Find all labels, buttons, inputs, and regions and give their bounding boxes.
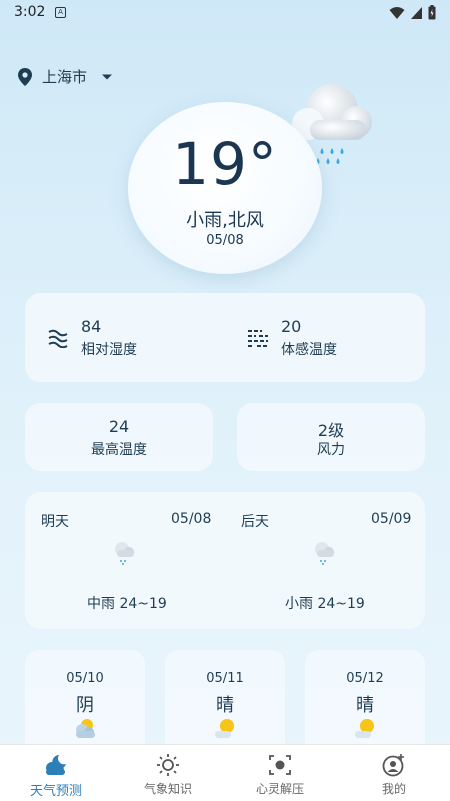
- two-day-forecast-card: 明天 05/08 中雨 24~19 后天 05/09 小雨 24~19: [25, 492, 425, 629]
- feels-value: 20: [281, 317, 302, 336]
- feels-stat: 20 体感温度: [247, 317, 337, 359]
- humidity-icon: [48, 329, 68, 348]
- day-date: 05/11: [206, 671, 244, 686]
- tomorrow-condition: 中雨 24~19: [87, 596, 167, 612]
- after-condition: 小雨 24~19: [285, 596, 365, 612]
- weather-knowledge-icon: [157, 754, 179, 776]
- relax-icon: [269, 755, 291, 775]
- sunny-icon: [355, 719, 374, 738]
- notification-icon: A: [55, 7, 66, 18]
- location-selector[interactable]: 上海市: [18, 66, 113, 87]
- nav-relax[interactable]: 心灵解压: [224, 745, 336, 801]
- signal-icon: [411, 6, 422, 19]
- after-date: 05/09: [371, 511, 412, 527]
- wind-card: 2级 风力: [237, 403, 425, 471]
- feels-like-icon: [248, 330, 268, 347]
- tomorrow-date: 05/08: [171, 511, 212, 527]
- feels-label: 体感温度: [281, 342, 337, 358]
- humidity-feels-card: 84 相对湿度 20 体感温度: [25, 293, 425, 382]
- status-bar: 3:02 A: [0, 0, 450, 26]
- day-date: 05/10: [66, 671, 104, 686]
- battery-icon: [428, 5, 436, 20]
- current-temperature: 19°: [172, 130, 278, 198]
- nav-label: 气象知识: [143, 782, 192, 796]
- high-temp-card: 24 最高温度: [25, 403, 213, 471]
- wifi-icon: [389, 6, 405, 19]
- nav-label: 心灵解压: [255, 782, 304, 796]
- humidity-value: 84: [81, 317, 102, 336]
- after-title: 后天: [241, 514, 269, 530]
- nav-profile[interactable]: 我的: [338, 745, 450, 801]
- wind-value: 2级: [317, 421, 345, 440]
- humidity-label: 相对湿度: [81, 342, 137, 358]
- overcast-icon: [76, 719, 95, 738]
- day-date: 05/12: [346, 671, 384, 686]
- day-condition: 阴: [76, 695, 94, 716]
- chevron-down-icon: [102, 74, 113, 79]
- current-weather-panel: 19° 小雨,北风 05/08: [128, 102, 322, 274]
- current-date: 05/08: [206, 233, 244, 248]
- profile-icon: [382, 754, 404, 777]
- humidity-stat: 84 相对湿度: [47, 317, 137, 359]
- status-time: 3:02: [14, 4, 46, 20]
- city-name: 上海市: [42, 68, 88, 86]
- current-condition: 小雨,北风: [186, 210, 264, 231]
- sunny-icon: [215, 719, 234, 738]
- nav-weather-knowledge[interactable]: 气象知识: [112, 745, 224, 801]
- location-pin-icon: [18, 67, 32, 86]
- bottom-navigation: 天气预测 气象知识 心灵解压 我的: [0, 744, 450, 801]
- status-icons: [389, 5, 436, 20]
- weather-forecast-icon: [46, 755, 66, 775]
- high-temp-value: 24: [108, 417, 130, 436]
- after-cloud-rain-icon: [315, 542, 334, 565]
- nav-label: 我的: [381, 782, 406, 796]
- nav-label: 天气预测: [29, 784, 82, 799]
- tomorrow-cloud-rain-icon: [115, 542, 134, 565]
- tomorrow-title: 明天: [41, 514, 69, 530]
- day-condition: 晴: [356, 695, 374, 716]
- wind-label: 风力: [317, 442, 345, 458]
- day-condition: 晴: [216, 695, 234, 716]
- nav-weather-forecast[interactable]: 天气预测: [0, 745, 112, 801]
- high-temp-label: 最高温度: [91, 442, 147, 458]
